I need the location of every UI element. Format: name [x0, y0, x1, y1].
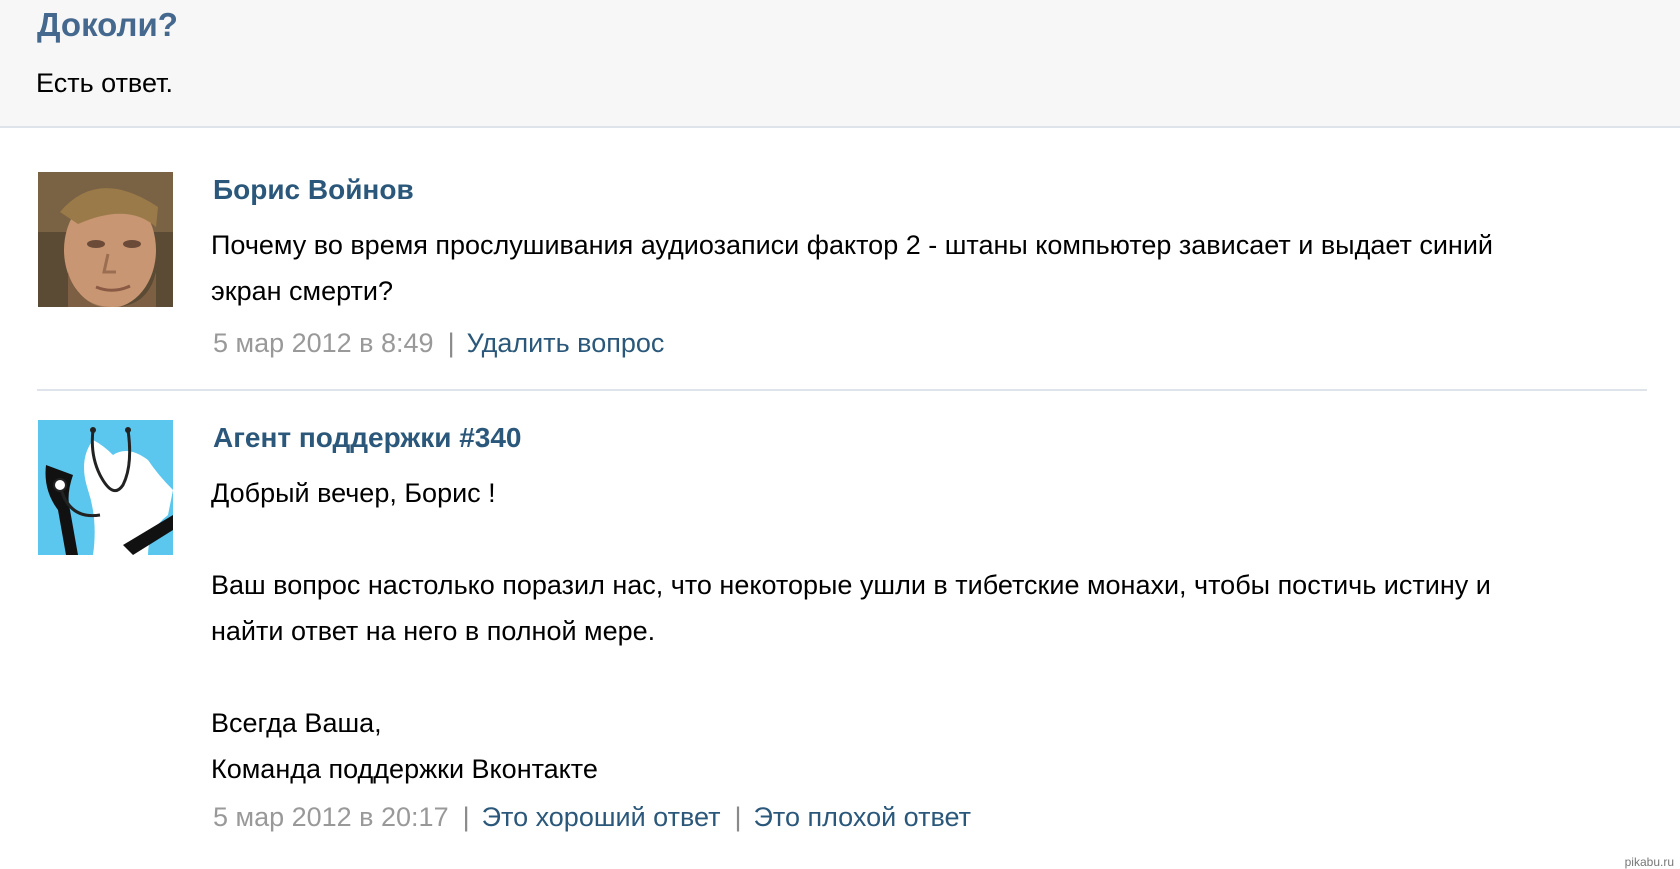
post-author-name[interactable]: Агент поддержки #340 — [213, 422, 522, 454]
avatar-user[interactable] — [38, 172, 173, 307]
message-line: Ваш вопрос настолько поразил нас, что не… — [211, 570, 1491, 600]
message-line — [211, 654, 1671, 700]
question-header: Доколи? Есть ответ. — [0, 0, 1680, 128]
bad-answer-link[interactable]: Это плохой ответ — [754, 802, 972, 832]
post-meta: 5 мар 2012 в 8:49 | Удалить вопрос — [213, 328, 664, 359]
post-message: Добрый вечер, Борис ! Ваш вопрос настоль… — [211, 470, 1671, 792]
message-line: Всегда Ваша, — [211, 708, 382, 738]
post-date: 5 мар 2012 в 8:49 — [213, 328, 434, 358]
question-status: Есть ответ. — [36, 68, 173, 98]
support-agent-icon — [38, 420, 173, 555]
watermark: pikabu.ru — [1624, 855, 1674, 869]
message-line — [211, 516, 1671, 562]
avatar-support-agent[interactable] — [38, 420, 173, 555]
message-line: Добрый вечер, Борис ! — [211, 478, 496, 508]
post-meta: 5 мар 2012 в 20:17 | Это хороший ответ | Это… — [213, 802, 971, 833]
message-line: Команда поддержки Вконтакте — [211, 754, 598, 784]
question-title: Доколи? — [37, 6, 178, 43]
good-answer-link[interactable]: Это хороший ответ — [482, 802, 721, 832]
separator: | — [447, 328, 455, 358]
post-author-name[interactable]: Борис Войнов — [213, 174, 414, 206]
post-message: Почему во время прослушивания аудиозапис… — [211, 222, 1671, 314]
post-date: 5 мар 2012 в 20:17 — [213, 802, 449, 832]
separator: | — [462, 802, 470, 832]
delete-question-link[interactable]: Удалить вопрос — [467, 328, 665, 358]
user-photo-icon — [38, 172, 173, 307]
message-line: найти ответ на него в полной мере. — [211, 616, 656, 646]
message-line: экран смерти? — [211, 276, 393, 306]
message-line: Почему во время прослушивания аудиозапис… — [211, 230, 1493, 260]
separator: | — [734, 802, 742, 832]
post-divider — [37, 389, 1647, 391]
